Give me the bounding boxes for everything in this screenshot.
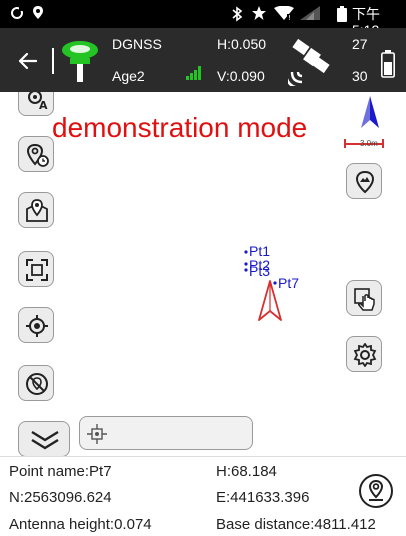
no-location-icon [26, 373, 48, 395]
gnss-header: DGNSS Age2 H:0.050 V:0.090 27 30 [0, 28, 406, 92]
age-status: Age2 [112, 68, 145, 84]
crosshair-icon [26, 315, 48, 337]
map-layer-button[interactable] [18, 192, 54, 228]
signal-icon [300, 6, 320, 23]
target-point-icon [87, 424, 107, 444]
v-precision: V:0.090 [217, 68, 265, 84]
gnss-receiver-icon[interactable] [60, 38, 100, 82]
scale-label: 3.0m [360, 139, 378, 148]
center-location-button[interactable] [18, 307, 54, 343]
location-a-icon: A [28, 92, 48, 111]
point-name: Point name:Pt7 [9, 463, 112, 480]
satellites-used: 27 [352, 36, 368, 52]
back-arrow-icon[interactable] [14, 46, 44, 76]
svg-text:!: ! [288, 14, 291, 20]
hand-tap-icon [354, 288, 375, 311]
expand-toolbar-button[interactable] [18, 421, 70, 456]
app-root: ! 下午5:12 DGNSS Age2 H:0.050 V [0, 0, 406, 536]
demonstration-watermark: demonstration mode [52, 112, 308, 143]
pin-clock-icon [26, 143, 49, 167]
antenna-height: Antenna height:0.074 [9, 516, 152, 533]
satellites-tracked: 30 [352, 68, 368, 84]
h-precision: H:0.050 [217, 36, 267, 52]
select-point-button[interactable] [346, 280, 382, 316]
current-position-arrow-icon [258, 280, 282, 321]
map-view[interactable]: demonstration mode 3.0m A Pt1 Pt2 Pt3 Pt… [0, 92, 406, 456]
hide-layer-button[interactable] [18, 365, 54, 401]
location-pin-icon [32, 6, 44, 23]
north-arrow-icon[interactable] [359, 96, 381, 130]
wifi-icon: ! [274, 5, 294, 23]
height-value: H:68.184 [216, 463, 277, 480]
solution-status: DGNSS [112, 36, 162, 52]
settings-button[interactable] [346, 336, 382, 372]
star-icon [252, 6, 266, 23]
bluetooth-icon [231, 6, 243, 25]
locate-point-icon[interactable] [358, 473, 394, 509]
gear-icon [353, 343, 377, 367]
stakeout-button[interactable] [346, 163, 382, 199]
refresh-icon [10, 6, 24, 23]
track-history-button[interactable] [18, 136, 54, 172]
fullscreen-icon [26, 259, 48, 281]
mountain-pin-icon [355, 170, 375, 194]
battery-icon [337, 6, 347, 25]
base-distance: Base distance:4811.412 [216, 516, 376, 533]
northing-value: N:2563096.624 [9, 489, 112, 506]
easting-value: E:441633.396 [216, 489, 310, 506]
satellite-icon[interactable] [288, 36, 342, 86]
full-extent-button[interactable] [18, 251, 54, 287]
svg-text:A: A [39, 99, 48, 111]
header-divider [52, 48, 54, 74]
auto-locate-button[interactable]: A [18, 92, 54, 116]
double-chevron-down-icon [31, 430, 59, 450]
device-battery-icon [381, 50, 395, 78]
signal-strength-icon [186, 66, 201, 80]
status-bar: ! 下午5:12 [0, 0, 406, 38]
point-info-panel: Point name:Pt7 H:68.184 N:2563096.624 E:… [0, 456, 406, 536]
map-pin-icon [26, 199, 48, 222]
point-search-bar[interactable] [79, 416, 253, 450]
